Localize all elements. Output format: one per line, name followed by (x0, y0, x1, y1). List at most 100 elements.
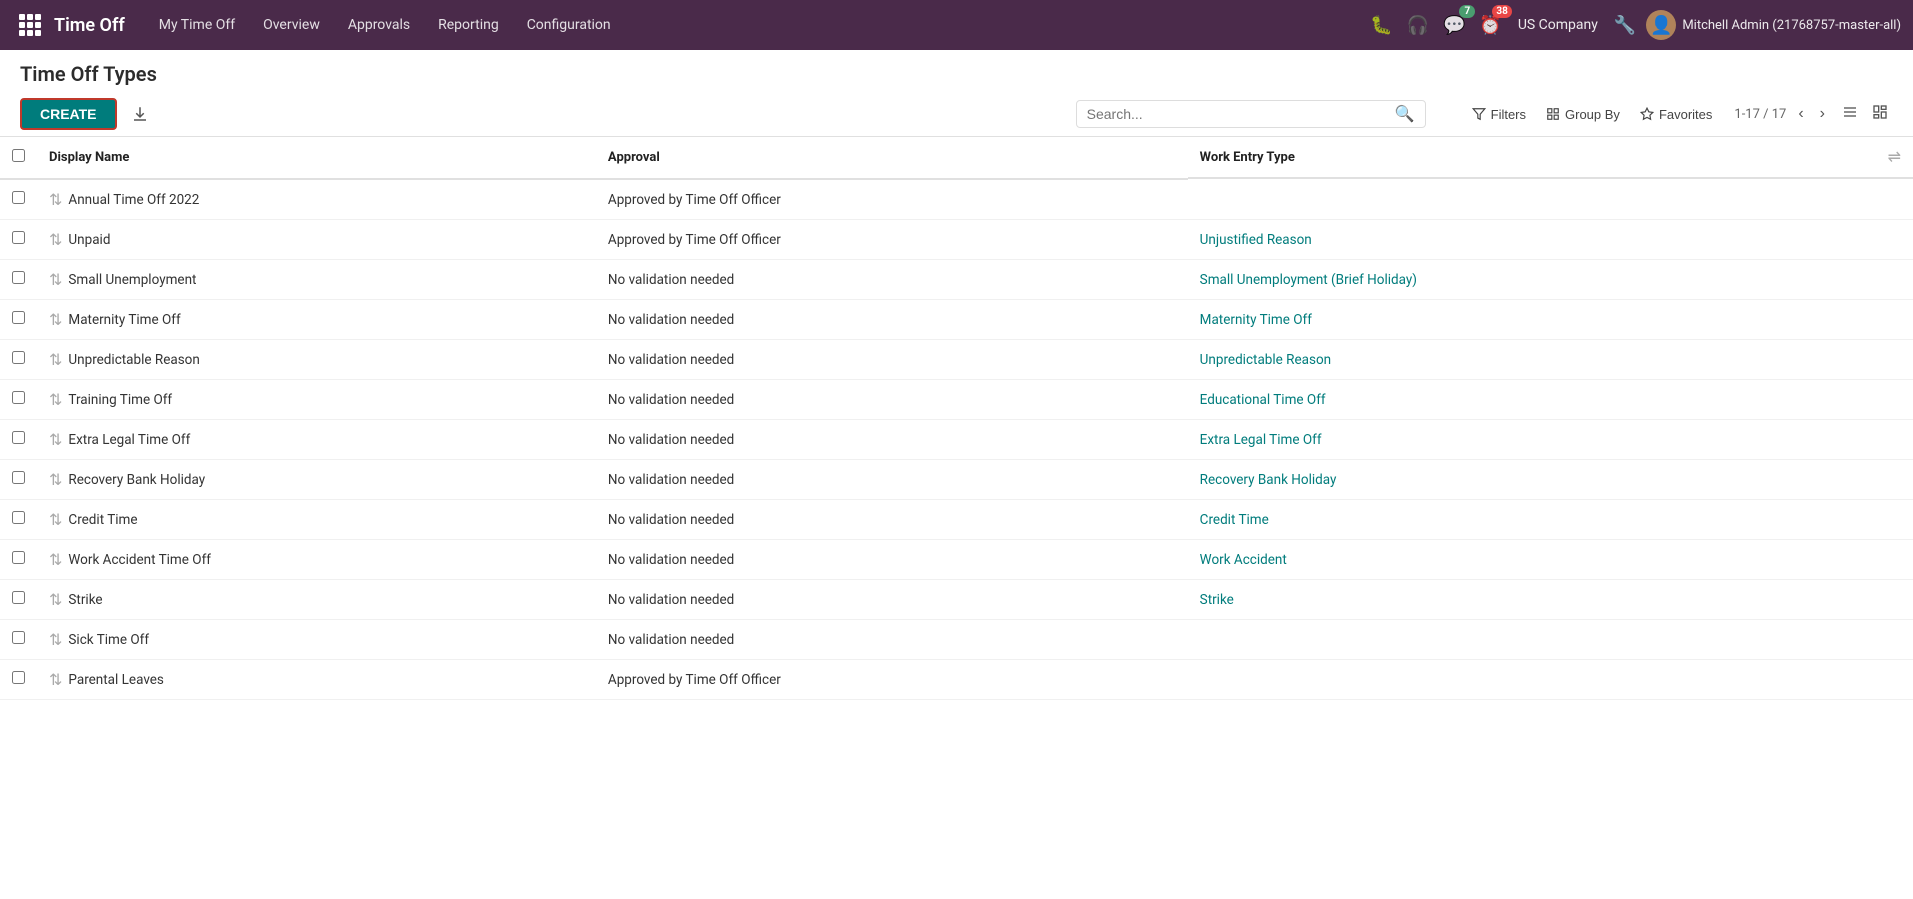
row-approval: Approved by Time Off Officer (596, 660, 1188, 700)
row-display-name[interactable]: Recovery Bank Holiday (68, 472, 205, 488)
row-checkbox[interactable] (12, 551, 25, 564)
row-checkbox[interactable] (12, 631, 25, 644)
col-work-entry-type[interactable]: Work Entry Type ⇌ (1188, 137, 1913, 179)
row-name: ⇅Credit Time (37, 500, 596, 540)
topnav: Time Off My Time Off Overview Approvals … (0, 0, 1913, 50)
favorites-label: Favorites (1659, 107, 1712, 122)
row-display-name[interactable]: Sick Time Off (68, 632, 149, 648)
row-checkbox[interactable] (12, 671, 25, 684)
row-checkbox[interactable] (12, 191, 25, 204)
row-checkbox[interactable] (12, 591, 25, 604)
table-row[interactable]: ⇅Work Accident Time OffNo validation nee… (0, 540, 1913, 580)
row-display-name[interactable]: Training Time Off (68, 392, 172, 408)
col-checkbox (0, 137, 37, 179)
nav-reporting[interactable]: Reporting (424, 0, 513, 50)
row-checkbox[interactable] (12, 471, 25, 484)
row-display-name[interactable]: Maternity Time Off (68, 312, 180, 328)
search-input[interactable] (1087, 106, 1389, 122)
row-checkbox[interactable] (12, 391, 25, 404)
drag-handle-icon: ⇅ (49, 590, 62, 609)
headset-icon[interactable]: 🎧 (1403, 11, 1433, 40)
table-row[interactable]: ⇅Maternity Time OffNo validation neededM… (0, 300, 1913, 340)
row-display-name[interactable]: Work Accident Time Off (68, 552, 211, 568)
list-view-button[interactable] (1837, 102, 1863, 127)
toolbar: CREATE 🔍 Filters Group By Favorites 1-17… (0, 92, 1913, 137)
row-approval: No validation needed (596, 260, 1188, 300)
row-work-entry-type: Work Accident (1188, 540, 1913, 580)
row-name: ⇅Annual Time Off 2022 (37, 179, 596, 220)
clock-badge: 38 (1492, 5, 1511, 18)
row-display-name[interactable]: Unpaid (68, 232, 110, 248)
row-checkbox[interactable] (12, 351, 25, 364)
search-button[interactable]: 🔍 (1395, 104, 1415, 124)
row-display-name[interactable]: Annual Time Off 2022 (68, 192, 199, 208)
table-row[interactable]: ⇅Extra Legal Time OffNo validation neede… (0, 420, 1913, 460)
row-display-name[interactable]: Credit Time (68, 512, 137, 528)
user-name[interactable]: Mitchell Admin (21768757-master-all) (1682, 18, 1901, 33)
row-approval: No validation needed (596, 620, 1188, 660)
next-page-button[interactable]: › (1816, 103, 1829, 125)
wrench-icon[interactable]: 🔧 (1610, 11, 1640, 40)
row-work-entry-type (1188, 660, 1913, 700)
filters-label: Filters (1491, 107, 1526, 122)
user-avatar[interactable]: 👤 (1646, 10, 1676, 40)
row-approval: Approved by Time Off Officer (596, 179, 1188, 220)
row-name: ⇅Unpredictable Reason (37, 340, 596, 380)
apps-menu-button[interactable] (12, 7, 48, 43)
table-row[interactable]: ⇅StrikeNo validation neededStrike (0, 580, 1913, 620)
row-checkbox[interactable] (12, 231, 25, 244)
pagination-info: 1-17 / 17 (1734, 107, 1786, 122)
drag-handle-icon: ⇅ (49, 550, 62, 569)
col-display-name[interactable]: Display Name (37, 137, 596, 179)
drag-handle-icon: ⇅ (49, 430, 62, 449)
row-checkbox[interactable] (12, 511, 25, 524)
row-name: ⇅ Strike (37, 580, 596, 620)
drag-handle-icon: ⇅ (49, 310, 62, 329)
create-button[interactable]: CREATE (20, 98, 117, 130)
row-name: ⇅Parental Leaves (37, 660, 596, 700)
col-approval[interactable]: Approval (596, 137, 1188, 179)
row-display-name[interactable]: Extra Legal Time Off (68, 432, 190, 448)
table-row[interactable]: ⇅Credit TimeNo validation needed Credit T… (0, 500, 1913, 540)
table-row[interactable]: ⇅Parental LeavesApproved by Time Off Off… (0, 660, 1913, 700)
row-display-name[interactable]: Unpredictable Reason (68, 352, 199, 368)
column-settings-button[interactable]: ⇌ (1888, 147, 1901, 167)
row-checkbox[interactable] (12, 271, 25, 284)
row-work-entry-type: Extra Legal Time Off (1188, 420, 1913, 460)
row-checkbox[interactable] (12, 431, 25, 444)
table-row[interactable]: ⇅Sick Time OffNo validation needed (0, 620, 1913, 660)
row-approval: No validation needed (596, 500, 1188, 540)
filters-button[interactable]: Filters (1466, 103, 1532, 126)
search-container: 🔍 (1076, 100, 1426, 128)
row-approval: No validation needed (596, 460, 1188, 500)
group-by-button[interactable]: Group By (1540, 103, 1626, 126)
kanban-view-button[interactable] (1867, 102, 1893, 127)
row-approval: No validation needed (596, 380, 1188, 420)
nav-my-time-off[interactable]: My Time Off (145, 0, 249, 50)
table-row[interactable]: ⇅Annual Time Off 2022Approved by Time Of… (0, 179, 1913, 220)
group-icon (1546, 107, 1560, 121)
table-row[interactable]: ⇅UnpaidApproved by Time Off OfficerUnjus… (0, 220, 1913, 260)
table-row[interactable]: ⇅Recovery Bank HolidayNo validation need… (0, 460, 1913, 500)
nav-links: My Time Off Overview Approvals Reporting… (145, 0, 1366, 50)
table-row[interactable]: ⇅Training Time OffNo validation neededEd… (0, 380, 1913, 420)
row-display-name[interactable]: Strike (68, 592, 102, 608)
bug-icon[interactable]: 🐛 (1366, 11, 1396, 40)
company-name[interactable]: US Company (1512, 17, 1604, 33)
nav-overview[interactable]: Overview (249, 0, 334, 50)
nav-approvals[interactable]: Approvals (334, 0, 424, 50)
select-all-checkbox[interactable] (12, 149, 25, 162)
row-name: ⇅ Extra Legal Time Off (37, 420, 596, 460)
prev-page-button[interactable]: ‹ (1794, 103, 1807, 125)
row-display-name[interactable]: Small Unemployment (68, 272, 196, 288)
row-display-name[interactable]: Parental Leaves (68, 672, 164, 688)
favorites-button[interactable]: Favorites (1634, 103, 1718, 126)
row-checkbox[interactable] (12, 311, 25, 324)
page-header: Time Off Types (0, 50, 1913, 92)
download-button[interactable] (125, 101, 155, 127)
nav-configuration[interactable]: Configuration (513, 0, 625, 50)
row-name: ⇅Training Time Off (37, 380, 596, 420)
row-approval: No validation needed (596, 340, 1188, 380)
table-row[interactable]: ⇅Unpredictable ReasonNo validation neede… (0, 340, 1913, 380)
table-row[interactable]: ⇅Small UnemploymentNo validation neededS… (0, 260, 1913, 300)
